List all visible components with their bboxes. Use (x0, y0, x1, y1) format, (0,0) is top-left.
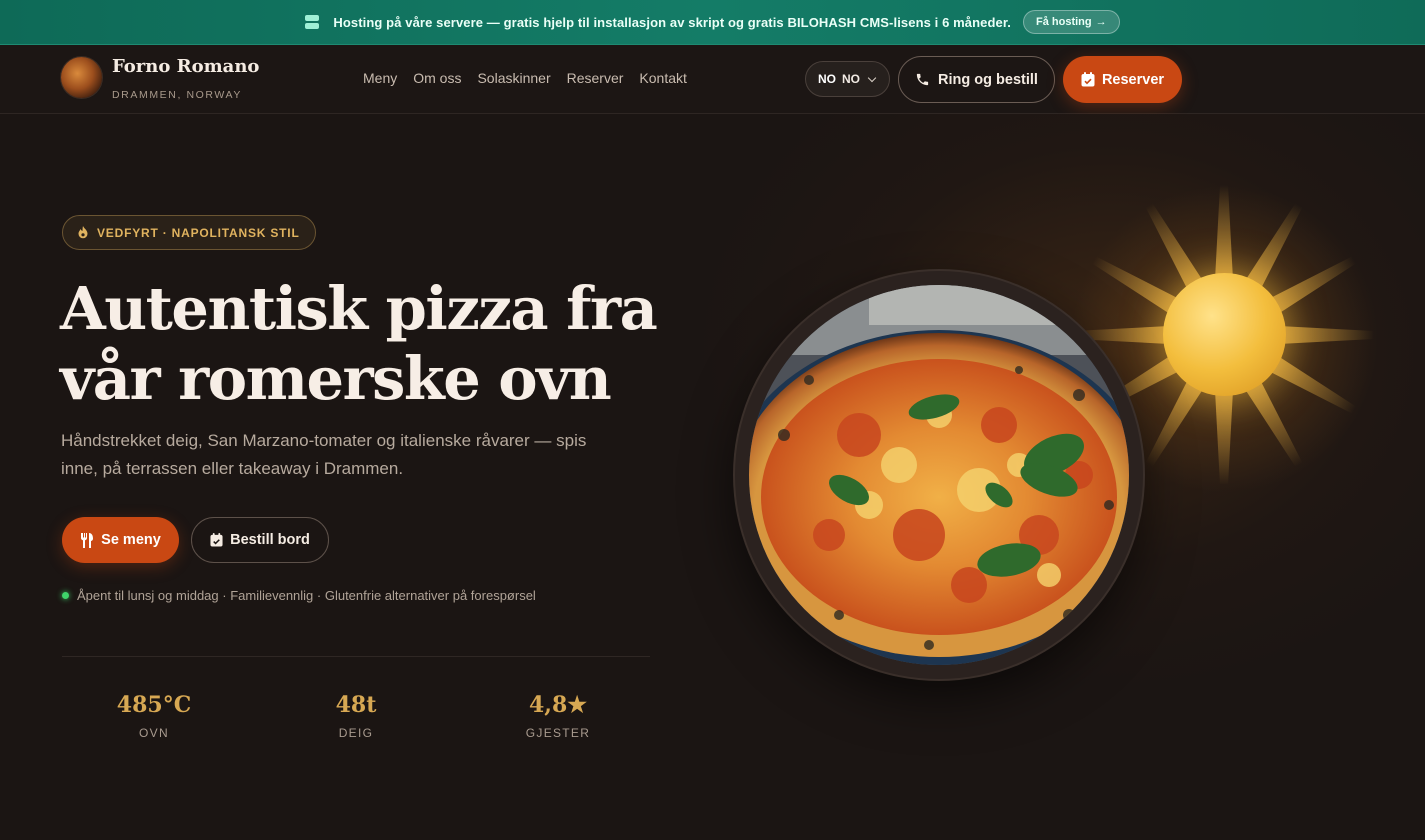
hero-badge-text: VEDFYRT · NAPOLITANSK STIL (97, 225, 300, 240)
language-code: NO (842, 72, 860, 86)
call-order-button[interactable]: Ring og bestill (898, 56, 1055, 103)
reserve-button[interactable]: Reserver (1063, 56, 1182, 103)
hero-headline: Autentisk pizza fra vår romerske ovn (60, 274, 680, 414)
hero-badge: VEDFYRT · NAPOLITANSK STIL (62, 215, 316, 250)
pizza-image (749, 285, 1129, 665)
hero-section: VEDFYRT · NAPOLITANSK STIL Autentisk piz… (0, 114, 1425, 840)
status-dot-icon (62, 592, 69, 599)
nav-link-kontakt[interactable]: Kontakt (639, 70, 686, 86)
book-table-label: Bestill bord (230, 532, 310, 548)
nav-link-om-oss[interactable]: Om oss (413, 70, 461, 86)
call-order-label: Ring og bestill (938, 71, 1038, 88)
language-selector[interactable]: NO NO (805, 61, 890, 97)
stats-divider (62, 656, 650, 657)
stat-value: 485°C (116, 692, 192, 718)
opening-status: Åpent til lunsj og middag · Familievennl… (62, 588, 536, 603)
utensils-icon (81, 532, 94, 548)
hero-headline-line1: Autentisk pizza fra (60, 274, 658, 343)
stat-guests: 4,8★ GJESTER (498, 692, 618, 740)
stat-oven: 485°C OVN (94, 692, 214, 740)
get-hosting-label: Få hosting (1036, 16, 1092, 28)
calendar-check-icon (210, 533, 223, 547)
calendar-icon (1081, 72, 1095, 87)
pizza-frame (735, 271, 1143, 679)
arrow-right-icon: → (1095, 16, 1107, 28)
see-menu-label: Se meny (101, 532, 161, 548)
brand-name[interactable]: Forno Romano (112, 56, 259, 77)
hero-lead: Håndstrekket deig, San Marzano-tomater o… (61, 431, 587, 478)
flag-icon: NO (818, 72, 836, 86)
phone-icon (916, 73, 929, 86)
nav-links: Meny Om oss Solaskinner Reserver Kontakt (363, 70, 687, 86)
sun-icon (1163, 273, 1286, 396)
see-menu-button[interactable]: Se meny (62, 517, 179, 563)
promo-text: Hosting på våre servere — gratis hjelp t… (333, 14, 1011, 30)
brand-logo[interactable] (61, 57, 102, 98)
stat-dough: 48t DEIG (296, 692, 416, 740)
status-text: Åpent til lunsj og middag · Familievennl… (77, 588, 536, 603)
get-hosting-button[interactable]: Få hosting → (1023, 10, 1120, 34)
book-table-button[interactable]: Bestill bord (191, 517, 329, 563)
stat-label: GJESTER (525, 726, 591, 740)
main-nav: Forno Romano DRAMMEN, NORWAY Meny Om oss… (0, 45, 1425, 114)
stat-value: 4,8★ (529, 692, 587, 718)
stat-value: 48t (335, 692, 377, 718)
server-icon (305, 15, 320, 29)
promo-banner: Hosting på våre servere — gratis hjelp t… (0, 0, 1425, 45)
nav-link-reserver[interactable]: Reserver (567, 70, 624, 86)
hero-headline-line2: vår romerske ovn (60, 344, 612, 413)
reserve-label: Reserver (1101, 71, 1165, 88)
stat-label: OVN (139, 726, 169, 740)
nav-link-meny[interactable]: Meny (363, 70, 397, 86)
stat-label: DEIG (338, 726, 374, 740)
brand-location: DRAMMEN, NORWAY (112, 89, 242, 101)
nav-link-solaskinner[interactable]: Solaskinner (477, 70, 550, 86)
chevron-down-icon (867, 73, 877, 82)
flame-icon (78, 226, 88, 239)
